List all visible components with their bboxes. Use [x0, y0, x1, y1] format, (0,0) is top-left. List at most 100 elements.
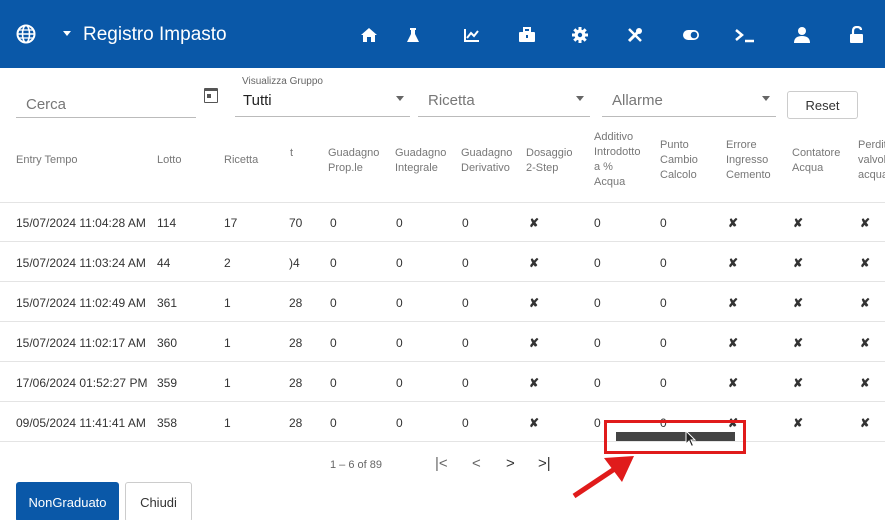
table-cell-lotto: 358 — [157, 416, 178, 430]
table-cell-pva: ✘ — [860, 216, 871, 230]
table-cell-gi: 0 — [396, 296, 403, 310]
table-cell-dos: ✘ — [529, 216, 540, 230]
column-header-entry-tempo[interactable]: Entry Tempo — [16, 153, 78, 168]
table-cell-dos: ✘ — [529, 296, 540, 310]
table-row-divider — [0, 241, 885, 242]
table-cell-gp: 0 — [330, 256, 337, 270]
table-cell-pcc: 0 — [660, 256, 667, 270]
table-cell-add: 0 — [594, 376, 601, 390]
column-header-t[interactable]: t — [290, 146, 293, 161]
table-cell-pcc: 0 — [660, 336, 667, 350]
home-icon[interactable] — [360, 26, 378, 44]
next-page-button[interactable]: > — [506, 455, 515, 472]
user-icon[interactable] — [793, 26, 811, 44]
table-cell-pva: ✘ — [860, 336, 871, 350]
table-cell-pcc: 0 — [660, 296, 667, 310]
search-input[interactable] — [16, 92, 196, 118]
column-header-guadagno-derivativo[interactable]: Guadagno Derivativo — [461, 146, 519, 176]
table-cell-gd: 0 — [462, 216, 469, 230]
table-cell-pva: ✘ — [860, 296, 871, 310]
table-cell-dos: ✘ — [529, 376, 540, 390]
flask-icon[interactable] — [404, 26, 422, 44]
recipe-select-placeholder: Ricetta — [428, 92, 475, 109]
calendar-icon[interactable] — [204, 88, 218, 103]
table-cell-dos: ✘ — [529, 256, 540, 270]
table-cell-t: 28 — [289, 296, 303, 310]
chart-line-icon[interactable] — [463, 26, 481, 44]
table-cell-pva: ✘ — [860, 416, 871, 430]
globe-icon[interactable] — [16, 24, 36, 44]
table-cell-lotto: 361 — [157, 296, 178, 310]
table-cell-gp: 0 — [330, 376, 337, 390]
toggle-icon[interactable] — [682, 26, 700, 44]
table-cell-time: 09/05/2024 11:41:41 AM — [16, 416, 146, 430]
toolbox-icon[interactable] — [518, 26, 536, 44]
table-cell-pcc: 0 — [660, 216, 667, 230]
table-cell-time: 17/06/2024 01:52:27 PM — [16, 376, 148, 390]
table-cell-eic: ✘ — [728, 296, 739, 310]
chiudi-button[interactable]: Chiudi — [125, 482, 192, 520]
column-header-perdita-valvola[interactable]: Perdita valvola acqua — [858, 138, 885, 183]
first-page-button[interactable]: |< — [435, 455, 448, 472]
group-select-label: Visualizza Gruppo — [242, 76, 323, 87]
table-cell-gd: 0 — [462, 416, 469, 430]
table-cell-t: 28 — [289, 336, 303, 350]
table-cell-ricetta: 1 — [224, 336, 231, 350]
table-cell-add: 0 — [594, 416, 601, 430]
reset-button[interactable]: Reset — [787, 91, 858, 119]
table-cell-gi: 0 — [396, 256, 403, 270]
table-cell-gi: 0 — [396, 416, 403, 430]
alarm-select[interactable]: Allarme — [602, 89, 776, 117]
table-cell-ca: ✘ — [793, 296, 804, 310]
column-header-dosaggio-2-step[interactable]: Dosaggio 2-Step — [526, 146, 576, 176]
table-cell-gp: 0 — [330, 336, 337, 350]
table-cell-ricetta: 1 — [224, 376, 231, 390]
table-row-divider — [0, 401, 885, 402]
table-cell-dos: ✘ — [529, 416, 540, 430]
terminal-icon[interactable] — [734, 26, 756, 44]
column-header-guadagno-prop[interactable]: Guadagno Prop.le — [328, 146, 383, 176]
chevron-down-icon — [762, 96, 770, 101]
column-header-contatore-acqua[interactable]: Contatore Acqua — [792, 146, 844, 176]
red-arrow-icon — [572, 456, 634, 499]
last-page-button[interactable]: >| — [538, 455, 551, 472]
table-row-divider — [0, 281, 885, 282]
gear-icon[interactable] — [571, 26, 589, 44]
table-cell-t: 28 — [289, 376, 303, 390]
column-header-ricetta[interactable]: Ricetta — [224, 153, 258, 168]
column-header-punto-cambio[interactable]: Punto Cambio Calcolo — [660, 138, 708, 183]
table-cell-dos: ✘ — [529, 336, 540, 350]
table-cell-pva: ✘ — [860, 256, 871, 270]
previous-page-button[interactable]: < — [472, 455, 481, 472]
table-cell-lotto: 360 — [157, 336, 178, 350]
header-divider — [0, 202, 885, 203]
table-cell-gd: 0 — [462, 336, 469, 350]
table-cell-lotto: 114 — [157, 216, 177, 230]
table-cell-gp: 0 — [330, 296, 337, 310]
table-cell-gi: 0 — [396, 336, 403, 350]
language-dropdown-caret-icon[interactable] — [63, 31, 71, 36]
unlock-icon[interactable] — [848, 26, 866, 44]
column-header-guadagno-integrale[interactable]: Guadagno Integrale — [395, 146, 450, 176]
table-cell-pva: ✘ — [860, 376, 871, 390]
mouse-cursor-icon — [685, 430, 697, 448]
table-cell-ca: ✘ — [793, 416, 804, 430]
group-select[interactable]: Tutti — [235, 89, 410, 117]
table-cell-ca: ✘ — [793, 376, 804, 390]
table-cell-lotto: 44 — [157, 256, 171, 270]
table-cell-eic: ✘ — [728, 376, 739, 390]
table-cell-ricetta: 1 — [224, 296, 231, 310]
column-header-errore-ingresso[interactable]: Errore Ingresso Cemento — [726, 138, 772, 183]
recipe-select[interactable]: Ricetta — [418, 89, 590, 117]
column-header-lotto[interactable]: Lotto — [157, 153, 181, 168]
table-cell-gp: 0 — [330, 216, 337, 230]
chevron-down-icon — [576, 96, 584, 101]
table-cell-gd: 0 — [462, 296, 469, 310]
tools-icon[interactable] — [626, 26, 644, 44]
alarm-select-placeholder: Allarme — [612, 92, 663, 109]
column-header-additivo[interactable]: Additivo Introdotto a % Acqua — [594, 130, 646, 190]
group-select-value: Tutti — [243, 92, 272, 109]
table-cell-time: 15/07/2024 11:02:49 AM — [16, 296, 146, 310]
table-cell-eic: ✘ — [728, 336, 739, 350]
nongraduato-button[interactable]: NonGraduato — [16, 482, 119, 520]
